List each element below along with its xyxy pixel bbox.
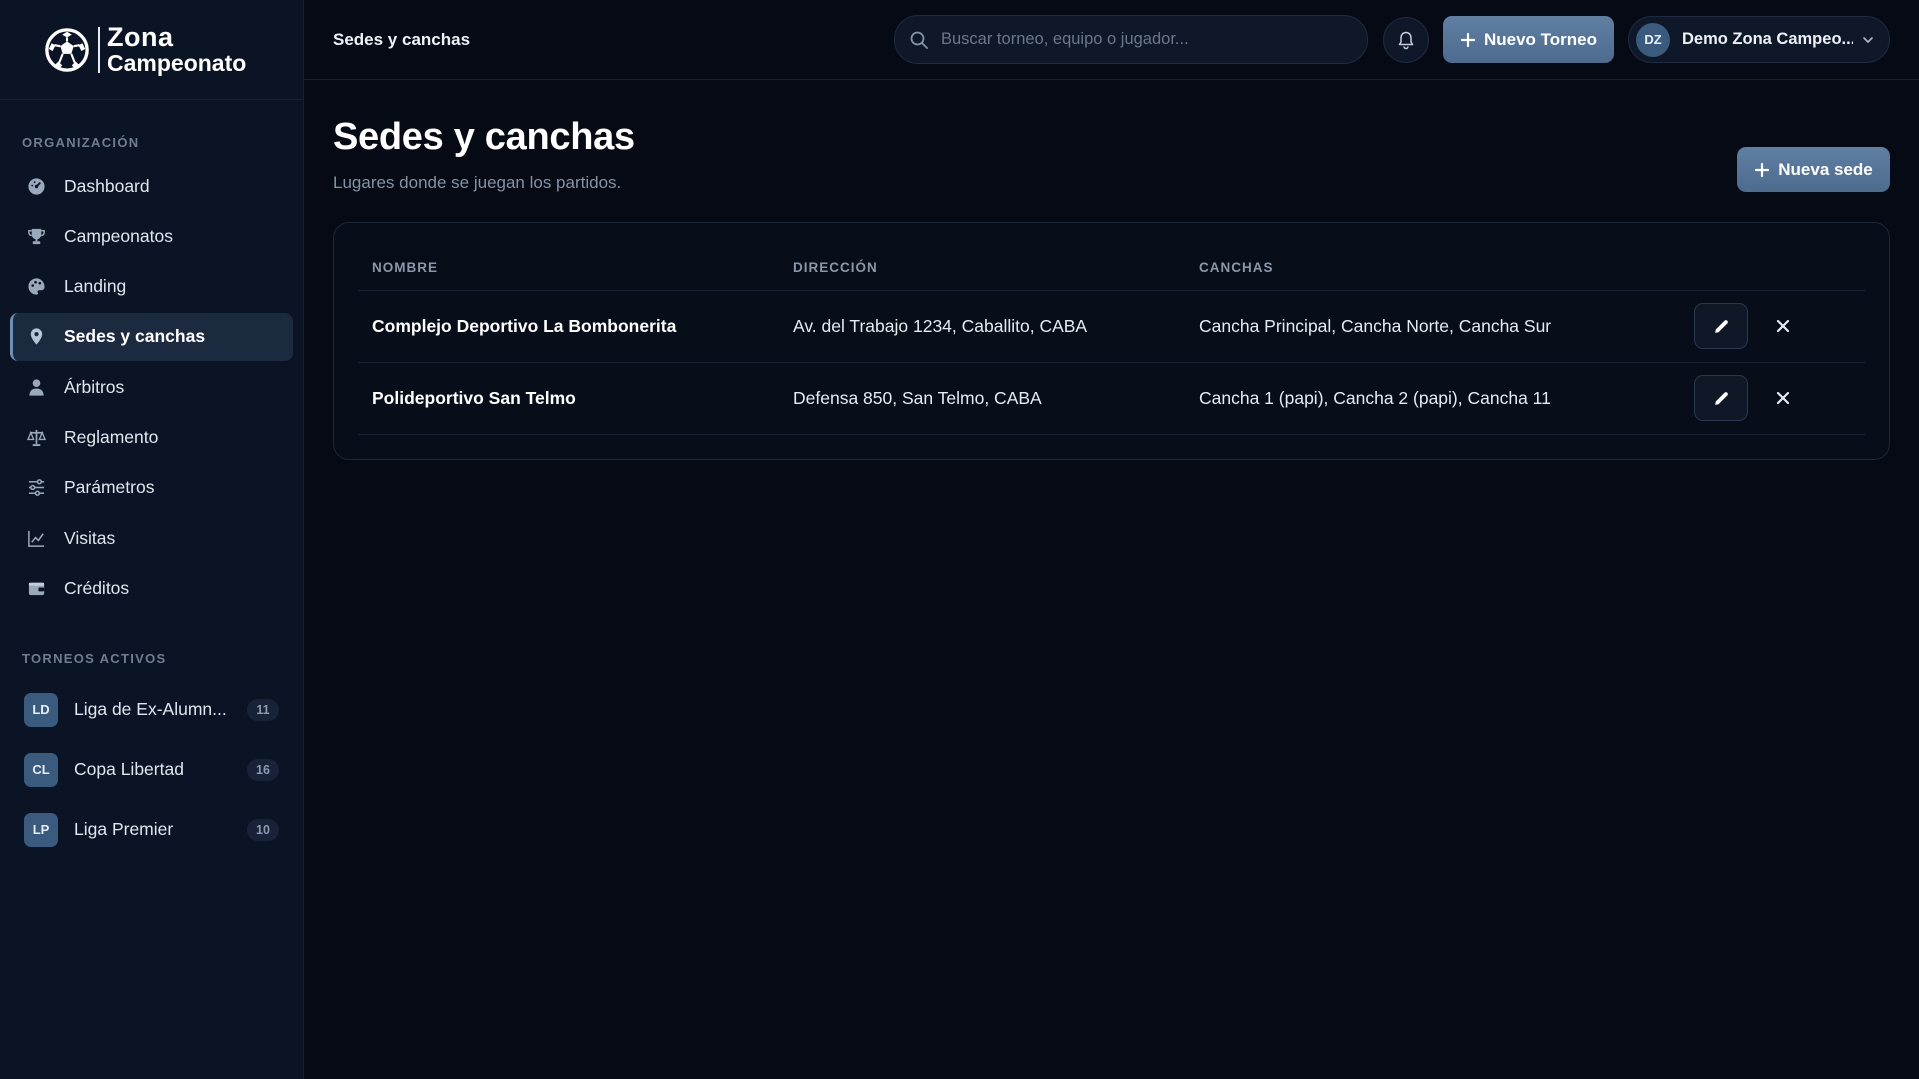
search-input[interactable]	[941, 30, 1341, 49]
tournament-count-badge: 16	[247, 758, 279, 781]
sidebar-item-campeonatos[interactable]: Campeonatos	[10, 212, 293, 260]
map-pin-icon	[26, 327, 46, 347]
new-tournament-button[interactable]: Nuevo Torneo	[1443, 16, 1614, 63]
tournament-item[interactable]: LP Liga Premier 10	[24, 800, 279, 860]
new-venue-button[interactable]: Nueva sede	[1737, 147, 1890, 192]
pencil-icon	[1714, 319, 1728, 333]
sidebar-item-label: Campeonatos	[64, 225, 173, 246]
user-name: Demo Zona Campeo...	[1682, 30, 1853, 48]
sidebar-item-label: Visitas	[64, 527, 116, 548]
plus-icon	[1460, 32, 1476, 47]
trophy-icon	[26, 226, 46, 246]
column-header-canchas: CANCHAS	[1185, 245, 1680, 291]
venues-table: NOMBRE DIRECCIÓN CANCHAS Complejo Deport…	[358, 245, 1865, 435]
main-area: Sedes y canchas Nuevo Torneo DZ Demo Zon…	[304, 0, 1919, 1079]
new-venue-label: Nueva sede	[1778, 159, 1873, 179]
wallet-icon	[26, 578, 46, 598]
brand-line-1: Zona	[107, 22, 174, 52]
new-tournament-label: Nuevo Torneo	[1483, 29, 1598, 49]
avatar: DZ	[1636, 22, 1670, 57]
sidebar-item-label: Dashboard	[64, 175, 150, 196]
scale-icon	[26, 427, 46, 447]
active-tournaments-list: LD Liga de Ex-Alumn... 11 CL Copa Libert…	[0, 680, 303, 860]
dashboard-icon	[26, 176, 46, 196]
row-actions	[1680, 290, 1865, 363]
tournament-name: Liga Premier	[74, 819, 174, 840]
chevron-down-icon	[1863, 36, 1873, 43]
sidebar-nav: Dashboard Campeonatos Landing Sedes y ca…	[0, 162, 303, 615]
top-bar: Sedes y canchas Nuevo Torneo DZ Demo Zon…	[304, 0, 1919, 80]
breadcrumb: Sedes y canchas	[333, 29, 471, 49]
search-box[interactable]	[894, 15, 1368, 64]
table-row: Polideportivo San Telmo Defensa 850, San…	[358, 362, 1865, 435]
venue-courts: Cancha 1 (papi), Cancha 2 (papi), Cancha…	[1185, 362, 1680, 435]
venues-card: NOMBRE DIRECCIÓN CANCHAS Complejo Deport…	[333, 222, 1890, 460]
row-actions-group	[1694, 375, 1865, 421]
close-icon	[1776, 319, 1790, 333]
sidebar: Zona Campeonato ORGANIZACIÓN Dashboard C…	[0, 0, 304, 1079]
brand-wordmark: Zona Campeonato	[107, 24, 246, 75]
page-subtitle: Lugares donde se juegan los partidos.	[333, 173, 622, 192]
sidebar-item-label: Landing	[64, 276, 127, 297]
sidebar-item-label: Parámetros	[64, 477, 155, 498]
column-header-nombre: NOMBRE	[358, 245, 779, 291]
section-label-torneos-activos: TORNEOS ACTIVOS	[22, 650, 167, 666]
referee-icon	[26, 377, 46, 397]
app-root: Zona Campeonato ORGANIZACIÓN Dashboard C…	[0, 0, 1919, 1079]
tournament-name: Copa Libertad	[74, 759, 184, 780]
column-header-actions	[1680, 245, 1865, 291]
edit-button[interactable]	[1694, 303, 1748, 349]
venue-address: Defensa 850, San Telmo, CABA	[779, 362, 1185, 435]
brand-line-2: Campeonato	[107, 50, 247, 76]
sidebar-item-parametros[interactable]: Parámetros	[10, 464, 293, 512]
pencil-icon	[1714, 391, 1728, 405]
sidebar-item-arbitros[interactable]: Árbitros	[10, 363, 293, 411]
search-icon	[910, 31, 928, 49]
tournament-avatar: CL	[24, 752, 58, 787]
brand-divider	[98, 26, 100, 73]
tournament-count-badge: 11	[247, 698, 279, 721]
venue-name: Complejo Deportivo La Bombonerita	[358, 290, 779, 363]
tournament-avatar: LD	[24, 692, 58, 727]
sidebar-item-reglamento[interactable]: Reglamento	[10, 413, 293, 461]
edit-button[interactable]	[1694, 375, 1748, 421]
soccer-ball-icon	[45, 27, 89, 72]
tournament-avatar: LP	[24, 812, 58, 847]
sidebar-item-dashboard[interactable]: Dashboard	[10, 162, 293, 210]
tournament-name: Liga de Ex-Alumn...	[74, 699, 227, 720]
sidebar-item-label: Sedes y canchas	[64, 326, 206, 347]
column-header-direccion: DIRECCIÓN	[779, 245, 1185, 291]
close-icon	[1776, 391, 1790, 405]
delete-button[interactable]	[1768, 311, 1798, 341]
sidebar-item-sedes-y-canchas[interactable]: Sedes y canchas	[10, 312, 293, 361]
venue-name: Polideportivo San Telmo	[358, 362, 779, 435]
sidebar-item-label: Créditos	[64, 577, 130, 598]
notifications-button[interactable]	[1383, 16, 1429, 63]
sidebar-item-label: Reglamento	[64, 426, 159, 447]
sidebar-item-visitas[interactable]: Visitas	[10, 514, 293, 562]
sidebar-item-creditos[interactable]: Créditos	[10, 564, 293, 612]
user-menu[interactable]: DZ Demo Zona Campeo...	[1628, 16, 1890, 63]
tournament-item[interactable]: CL Copa Libertad 16	[24, 740, 279, 800]
brand-logo[interactable]: Zona Campeonato	[0, 0, 303, 100]
page-title: Sedes y canchas	[333, 116, 635, 158]
venue-courts: Cancha Principal, Cancha Norte, Cancha S…	[1185, 290, 1680, 363]
bell-icon	[1398, 31, 1414, 49]
row-actions	[1680, 362, 1865, 435]
tournament-item[interactable]: LD Liga de Ex-Alumn... 11	[24, 680, 279, 740]
tournament-count-badge: 10	[247, 818, 279, 841]
table-row: Complejo Deportivo La Bombonerita Av. de…	[358, 290, 1865, 363]
sliders-icon	[26, 478, 46, 498]
plus-icon	[1755, 162, 1770, 177]
section-label-organizacion: ORGANIZACIÓN	[22, 135, 140, 150]
page-content: Sedes y canchas Lugares donde se juegan …	[304, 80, 1919, 460]
delete-button[interactable]	[1768, 383, 1798, 413]
table-header-row: NOMBRE DIRECCIÓN CANCHAS	[358, 245, 1865, 291]
row-actions-group	[1694, 303, 1865, 349]
sidebar-item-label: Árbitros	[64, 376, 125, 397]
sidebar-item-landing[interactable]: Landing	[10, 263, 293, 311]
palette-icon	[26, 277, 46, 297]
line-chart-icon	[26, 528, 46, 548]
venue-address: Av. del Trabajo 1234, Caballito, CABA	[779, 290, 1185, 363]
